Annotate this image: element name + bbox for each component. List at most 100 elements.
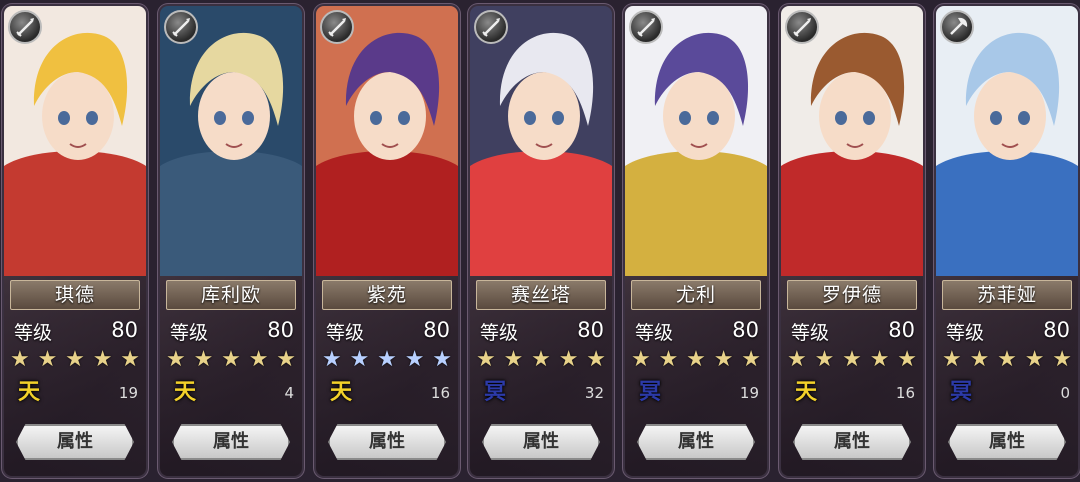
level-value: 80 <box>577 318 604 342</box>
star-icon: ★ <box>503 347 524 372</box>
level-label: 等级 <box>14 322 53 344</box>
star-icon: ★ <box>942 347 962 372</box>
star-icon: ★ <box>166 347 186 372</box>
character-info-panel: 苏菲娅 等级 80 ★ ★ ★ ★ ★ 冥 0 属性 <box>936 276 1078 476</box>
sword-icon <box>320 10 354 44</box>
character-portrait <box>160 6 302 276</box>
character-card[interactable]: 库利欧 等级 80 ★ ★ ★ ★ ★ 天 4 属性 <box>160 6 302 476</box>
character-name: 尤利 <box>631 280 761 310</box>
level-row: 等级 80 <box>326 318 450 346</box>
level-row: 等级 80 <box>14 318 138 346</box>
star-rating: ★ ★ ★ ★ ★ <box>631 348 761 372</box>
star-icon: ★ <box>248 347 269 372</box>
star-icon: ★ <box>193 347 214 372</box>
rank-count: 16 <box>895 384 915 402</box>
sword-icon <box>474 10 508 44</box>
star-icon: ★ <box>969 347 990 372</box>
attribute-button[interactable]: 属性 <box>16 424 134 460</box>
star-icon: ★ <box>1024 347 1045 372</box>
rank-count: 16 <box>430 384 450 402</box>
character-card[interactable]: 紫苑 等级 80 ★ ★ ★ ★ ★ 天 16 属性 <box>316 6 458 476</box>
level-value: 80 <box>1043 318 1070 342</box>
axe-icon <box>940 10 974 44</box>
rank-count: 32 <box>584 384 604 402</box>
star-rating: ★ ★ ★ ★ ★ <box>787 348 917 372</box>
rank-count: 19 <box>739 384 759 402</box>
character-portrait <box>316 6 458 276</box>
character-card[interactable]: 苏菲娅 等级 80 ★ ★ ★ ★ ★ 冥 0 属性 <box>936 6 1078 476</box>
character-info-panel: 琪德 等级 80 ★ ★ ★ ★ ★ 天 19 属性 <box>4 276 146 476</box>
rank-row: 天 16 <box>791 378 915 408</box>
rank-row: 冥 19 <box>635 378 759 408</box>
star-icon: ★ <box>37 347 58 372</box>
star-icon: ★ <box>787 347 807 372</box>
star-icon: ★ <box>842 347 862 372</box>
character-info-panel: 尤利 等级 80 ★ ★ ★ ★ ★ 冥 19 属性 <box>625 276 767 476</box>
star-icon: ★ <box>713 347 734 372</box>
star-icon: ★ <box>814 347 835 372</box>
star-icon: ★ <box>276 347 296 372</box>
character-name: 罗伊德 <box>787 280 917 310</box>
level-value: 80 <box>732 318 759 342</box>
sword-icon <box>164 10 198 44</box>
rank-row: 天 16 <box>326 378 450 408</box>
star-icon: ★ <box>432 347 452 372</box>
level-value: 80 <box>888 318 915 342</box>
rank-count: 0 <box>1060 384 1070 402</box>
attribute-button[interactable]: 属性 <box>948 424 1066 460</box>
character-info-panel: 库利欧 等级 80 ★ ★ ★ ★ ★ 天 4 属性 <box>160 276 302 476</box>
level-label: 等级 <box>635 322 674 344</box>
star-rating: ★ ★ ★ ★ ★ <box>942 348 1072 372</box>
star-icon: ★ <box>997 347 1017 372</box>
sword-icon <box>629 10 663 44</box>
attribute-button[interactable]: 属性 <box>637 424 755 460</box>
level-label: 等级 <box>480 322 519 344</box>
star-rating: ★ ★ ★ ★ ★ <box>476 348 606 372</box>
character-roster: 琪德 等级 80 ★ ★ ★ ★ ★ 天 19 属性 库利欧 等级 80 ★ ★… <box>0 0 1080 482</box>
level-label: 等级 <box>326 322 365 344</box>
rank-badge: 冥 <box>638 380 661 405</box>
star-icon: ★ <box>741 347 761 372</box>
star-icon: ★ <box>586 347 606 372</box>
character-name: 琪德 <box>10 280 140 310</box>
star-icon: ★ <box>1052 347 1072 372</box>
attribute-button[interactable]: 属性 <box>172 424 290 460</box>
star-icon: ★ <box>404 347 425 372</box>
level-value: 80 <box>111 318 138 342</box>
star-icon: ★ <box>658 347 679 372</box>
level-label: 等级 <box>170 322 209 344</box>
character-name: 赛丝塔 <box>476 280 606 310</box>
star-icon: ★ <box>377 347 397 372</box>
star-rating: ★ ★ ★ ★ ★ <box>10 348 140 372</box>
character-name: 紫苑 <box>322 280 452 310</box>
character-card[interactable]: 尤利 等级 80 ★ ★ ★ ★ ★ 冥 19 属性 <box>625 6 767 476</box>
level-value: 80 <box>423 318 450 342</box>
level-value: 80 <box>267 318 294 342</box>
character-card[interactable]: 罗伊德 等级 80 ★ ★ ★ ★ ★ 天 16 属性 <box>781 6 923 476</box>
character-card[interactable]: 琪德 等级 80 ★ ★ ★ ★ ★ 天 19 属性 <box>4 6 146 476</box>
star-icon: ★ <box>476 347 496 372</box>
character-portrait <box>4 6 146 276</box>
sword-icon <box>8 10 42 44</box>
star-icon: ★ <box>531 347 551 372</box>
star-icon: ★ <box>322 347 342 372</box>
attribute-button[interactable]: 属性 <box>793 424 911 460</box>
rank-count: 19 <box>118 384 138 402</box>
level-row: 等级 80 <box>791 318 915 346</box>
attribute-button[interactable]: 属性 <box>482 424 600 460</box>
sword-icon <box>785 10 819 44</box>
star-icon: ★ <box>349 347 370 372</box>
star-icon: ★ <box>120 347 140 372</box>
character-portrait <box>625 6 767 276</box>
star-icon: ★ <box>92 347 113 372</box>
rank-badge: 天 <box>794 380 817 405</box>
character-portrait <box>470 6 612 276</box>
star-icon: ★ <box>631 347 651 372</box>
character-portrait <box>936 6 1078 276</box>
star-icon: ★ <box>221 347 241 372</box>
star-icon: ★ <box>869 347 890 372</box>
character-portrait <box>781 6 923 276</box>
attribute-button[interactable]: 属性 <box>328 424 446 460</box>
level-label: 等级 <box>791 322 830 344</box>
character-card[interactable]: 赛丝塔 等级 80 ★ ★ ★ ★ ★ 冥 32 属性 <box>470 6 612 476</box>
